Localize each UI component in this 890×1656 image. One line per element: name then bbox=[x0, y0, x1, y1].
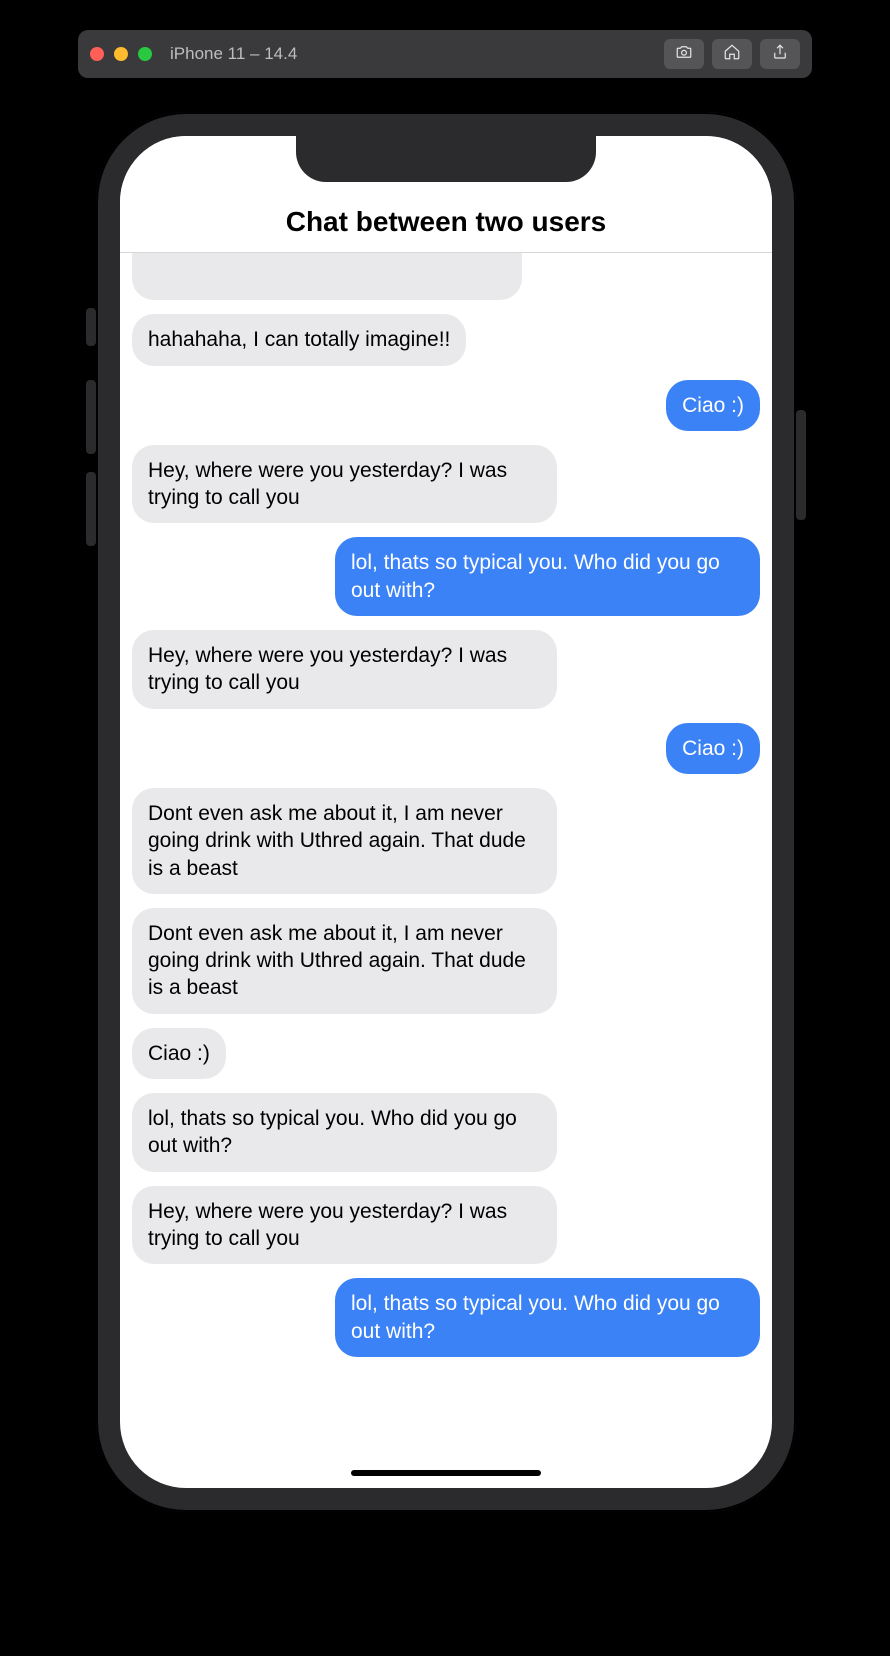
message-row: Dont even ask me about it, I am never go… bbox=[132, 788, 760, 894]
sent-message-bubble[interactable]: Ciao :) bbox=[666, 380, 760, 431]
received-message-bubble[interactable]: Hey, where were you yesterday? I was try… bbox=[132, 630, 557, 709]
message-row: Ciao :) bbox=[132, 723, 760, 774]
received-message-bubble[interactable]: Dont even ask me about it, I am never go… bbox=[132, 908, 557, 1014]
message-row: Hey, where were you yesterday? I was try… bbox=[132, 1186, 760, 1265]
screenshot-button[interactable] bbox=[664, 39, 704, 69]
window-traffic-lights bbox=[90, 47, 152, 61]
message-row: lol, thats so typical you. Who did you g… bbox=[132, 537, 760, 616]
minimize-window-button[interactable] bbox=[114, 47, 128, 61]
close-window-button[interactable] bbox=[90, 47, 104, 61]
device-frame: Chat between two users hahahaha, I can t… bbox=[96, 112, 796, 1512]
received-message-bubble[interactable]: Dont even ask me about it, I am never go… bbox=[132, 788, 557, 894]
simulator-title: iPhone 11 – 14.4 bbox=[170, 44, 297, 64]
received-message-bubble[interactable] bbox=[132, 253, 522, 300]
received-message-bubble[interactable]: Hey, where were you yesterday? I was try… bbox=[132, 1186, 557, 1265]
device-notch bbox=[296, 136, 596, 182]
received-message-bubble[interactable]: Hey, where were you yesterday? I was try… bbox=[132, 445, 557, 524]
message-row: lol, thats so typical you. Who did you g… bbox=[132, 1278, 760, 1357]
message-list[interactable]: hahahaha, I can totally imagine!! Ciao :)… bbox=[120, 253, 772, 1488]
page-title: Chat between two users bbox=[120, 206, 772, 238]
ring-silent-switch[interactable] bbox=[86, 308, 96, 346]
message-row: hahahaha, I can totally imagine!! bbox=[132, 314, 760, 365]
sent-message-bubble[interactable]: Ciao :) bbox=[666, 723, 760, 774]
camera-icon bbox=[675, 43, 693, 66]
share-icon bbox=[771, 43, 789, 66]
volume-down-button[interactable] bbox=[86, 472, 96, 546]
home-button[interactable] bbox=[712, 39, 752, 69]
message-row: Ciao :) bbox=[132, 1028, 760, 1079]
message-row bbox=[132, 261, 760, 300]
share-button[interactable] bbox=[760, 39, 800, 69]
sent-message-bubble[interactable]: lol, thats so typical you. Who did you g… bbox=[335, 1278, 760, 1357]
sent-message-bubble[interactable]: lol, thats so typical you. Who did you g… bbox=[335, 537, 760, 616]
message-row: Ciao :) bbox=[132, 380, 760, 431]
received-message-bubble[interactable]: Ciao :) bbox=[132, 1028, 226, 1079]
volume-up-button[interactable] bbox=[86, 380, 96, 454]
home-icon bbox=[723, 43, 741, 66]
device-screen: Chat between two users hahahaha, I can t… bbox=[120, 136, 772, 1488]
home-indicator[interactable] bbox=[351, 1470, 541, 1476]
zoom-window-button[interactable] bbox=[138, 47, 152, 61]
simulator-titlebar: iPhone 11 – 14.4 bbox=[78, 30, 812, 78]
side-power-button[interactable] bbox=[796, 410, 806, 520]
received-message-bubble[interactable]: lol, thats so typical you. Who did you g… bbox=[132, 1093, 557, 1172]
message-row: Hey, where were you yesterday? I was try… bbox=[132, 445, 760, 524]
received-message-bubble[interactable]: hahahaha, I can totally imagine!! bbox=[132, 314, 466, 365]
message-row: lol, thats so typical you. Who did you g… bbox=[132, 1093, 760, 1172]
chat-app: Chat between two users hahahaha, I can t… bbox=[120, 136, 772, 1488]
message-row: Dont even ask me about it, I am never go… bbox=[132, 908, 760, 1014]
message-row: Hey, where were you yesterday? I was try… bbox=[132, 630, 760, 709]
simulator-actions bbox=[664, 39, 800, 69]
